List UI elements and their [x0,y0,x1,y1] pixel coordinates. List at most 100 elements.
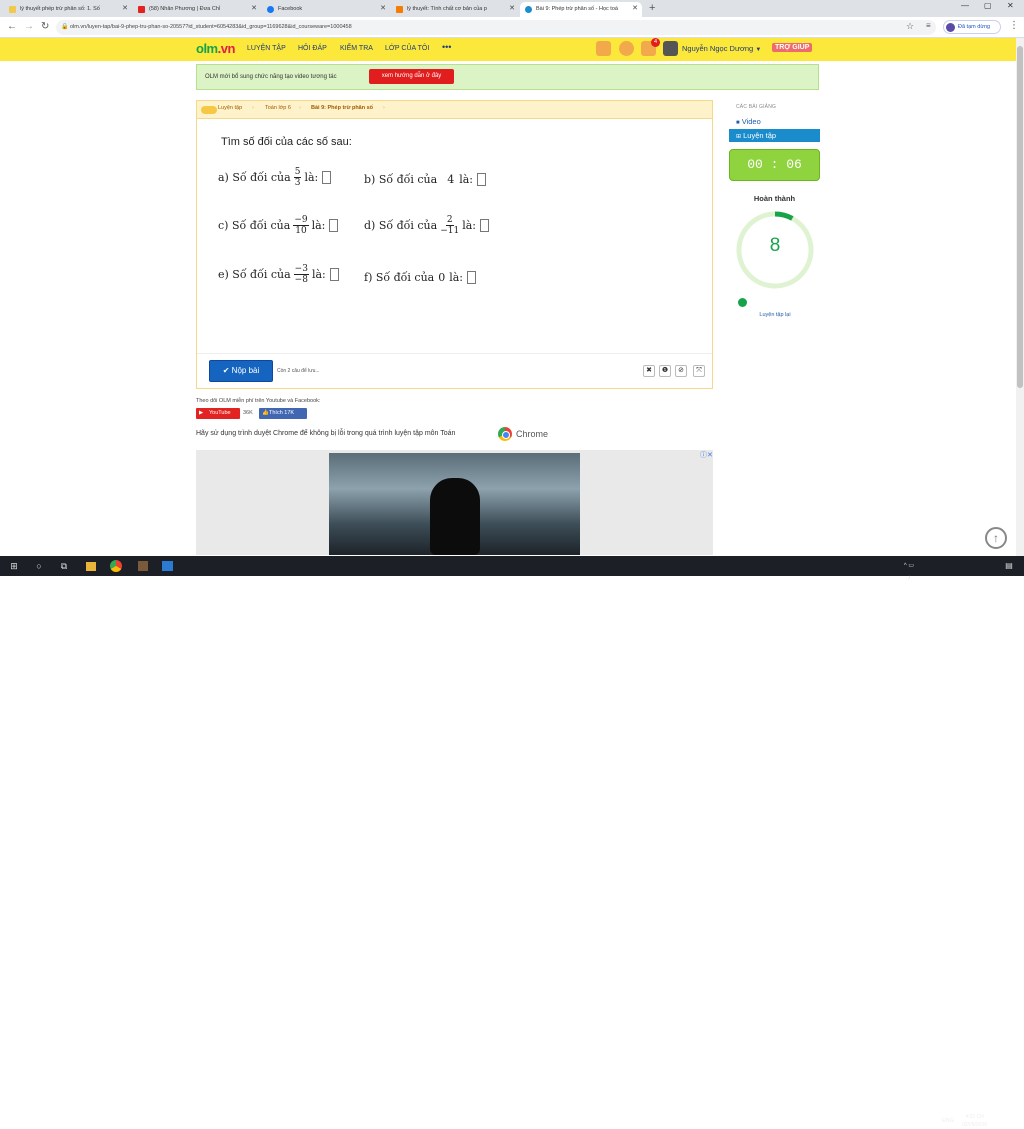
submit-button[interactable]: ✔ Nộp bài [209,360,273,382]
value: 4 [447,173,455,186]
app-icon[interactable] [162,561,173,571]
new-tab-button[interactable]: + [649,2,655,15]
item-label: f) Số đối của [364,271,435,284]
numerator: −3 [293,264,309,275]
lock-icon: 🔒 [61,24,69,30]
url-text: olm.vn/luyen-tap/bai-9-phep-tru-phan-so-… [70,24,352,30]
fraction: −3 −8 [293,264,309,285]
lessons-heading: CÁC BÀI GIẢNG [736,104,777,110]
nav-luyen-tap[interactable]: LUYỆN TẬP [247,45,286,52]
forward-icon[interactable]: → [24,21,34,33]
remaining-status: Còn 2 câu để lưu... [277,368,320,374]
profile-button[interactable]: Đã tạm dừng [943,20,1001,34]
block-icon[interactable]: ⊘ [675,365,687,377]
scroll-top-icon[interactable]: ↑ [985,527,1007,549]
chat-icon[interactable] [619,41,634,56]
user-menu[interactable]: Nguyễn Ngọc Dương ▼ [682,44,761,53]
taskbar: ⊞ ○ ⧉ ^ ▭ ♪ ENG 4:02 CH 02/05/2020 ▤ [0,556,1024,1128]
score-value: 8 [769,235,781,256]
breadcrumb: Luyện tập › Toán lớp 6 › Bài 9: Phép trừ… [197,101,712,119]
notice-banner: OLM mới bổ sung chức năng tạo video tươn… [196,64,819,90]
answer-input-b[interactable] [476,173,486,186]
close-window-icon[interactable]: ✕ [1007,1,1014,10]
answer-input-f[interactable] [467,271,477,284]
answer-input-e[interactable] [329,268,339,281]
close-icon[interactable]: ✕ [122,2,128,16]
notifications-icon[interactable]: ▤ [1003,560,1015,572]
close-icon[interactable]: ✖ [643,365,655,377]
chevron-right-icon: › [299,105,301,111]
clock[interactable]: 4:02 CH 02/05/2020 [962,1113,987,1129]
tab-favicon-icon [525,6,532,13]
close-icon[interactable]: ✕ [251,2,257,16]
username-text: Nguyễn Ngọc Dương [682,44,754,53]
caret-down-icon: ▼ [755,47,762,53]
ad-close-icon[interactable]: ⓘ✕ [700,450,713,460]
answer-input-d[interactable] [479,219,489,232]
scrollbar-thumb[interactable] [1017,46,1023,388]
guide-button[interactable]: xem hướng dẫn ở đây [369,69,454,84]
video-camera-icon: ■ [736,120,740,126]
browser-tab[interactable]: lý thuyết: Tính chất cơ bản của p ✕ [391,2,519,17]
tab-title: Facebook [278,6,303,12]
close-icon[interactable]: ✕ [380,2,386,16]
browser-tab-active[interactable]: Bài 9: Phép trừ phân số - Học toá ✕ [520,2,642,17]
browser-tab[interactable]: Facebook ✕ [262,2,390,17]
fullscreen-icon[interactable]: ⤧ [693,365,705,377]
close-icon[interactable]: ✕ [632,2,638,16]
browser-tab[interactable]: lý thuyết phép trừ phân số: 1. Số ✕ [4,2,132,17]
app-icon[interactable] [138,561,148,571]
nav-more[interactable]: ••• [442,42,451,52]
logo-tld: .vn [217,41,236,56]
chrome-taskbar-icon[interactable] [110,560,122,572]
breadcrumb-toan-lop-6[interactable]: Toán lớp 6 [265,105,291,111]
windows-start-icon[interactable]: ⊞ [8,560,20,572]
retry-link[interactable]: Luyện tập lại [734,312,816,318]
answer-input-c[interactable] [329,219,339,232]
browser-tab[interactable]: (58) Nhân Phương | Đưa Chỉ ✕ [133,2,261,17]
task-view-icon[interactable]: ⧉ [58,560,70,572]
facebook-like-button[interactable]: 👍 Thích 17K [259,408,307,419]
close-icon[interactable]: ✕ [509,2,515,16]
denominator: −11 [440,226,460,236]
extensions-icon[interactable]: ≡ [926,20,931,32]
avatar[interactable] [663,41,678,56]
menu-icon[interactable]: ⋮ [1009,20,1019,32]
site-header: olm.vn LUYỆN TẬP HỎI ĐÁP KIỂM TRA LỚP CỦ… [0,38,1016,61]
notice-text: OLM mới bổ sung chức năng tạo video tươn… [205,74,337,80]
practice-label: Luyện tập [743,131,777,140]
olm-logo[interactable]: olm.vn [196,41,235,56]
breadcrumb-luyen-tap[interactable]: Luyện tập [218,105,242,111]
video-link[interactable]: ■ Video [736,117,761,126]
logo-text: olm [196,41,218,56]
user-add-icon[interactable] [596,41,611,56]
practice-link[interactable]: ⊞ Luyện tập [729,129,820,142]
nav-lop-cua-toi[interactable]: LỚP CỦA TÔI [385,45,429,52]
answer-input-a[interactable] [322,171,332,184]
url-field[interactable]: 🔒 olm.vn/luyen-tap/bai-9-phep-tru-phan-so… [56,20,936,35]
help-button[interactable]: TRỢ GIÚP [772,43,813,52]
reload-icon[interactable]: ↻ [41,21,49,33]
search-icon[interactable]: ○ [33,560,45,572]
minimize-icon[interactable]: — [961,1,969,10]
file-explorer-icon[interactable] [86,562,96,571]
language-indicator[interactable]: ENG [942,1118,954,1124]
item-label: c) Số đối của [218,219,291,232]
tab-title: lý thuyết: Tính chất cơ bản của p [407,6,487,12]
facebook-label: Thích 17K [269,410,295,416]
info-icon[interactable]: ❶ [659,365,671,377]
tray-icons[interactable]: ^ ▭ ♪ [903,560,915,581]
item-suffix: là: [459,173,473,186]
fraction: 53 [293,167,302,188]
youtube-button[interactable]: ▶ YouTube [196,408,240,419]
back-icon[interactable]: ← [7,21,17,33]
star-icon[interactable]: ☆ [906,20,914,32]
question-item-f: f) Số đối của 0 là: [364,271,477,284]
avatar [946,23,955,32]
address-bar-row: ← → ↻ 🔒 olm.vn/luyen-tap/bai-9-phep-tru-p… [0,17,1024,38]
nav-kiem-tra[interactable]: KIỂM TRA [340,45,373,52]
maximize-icon[interactable]: ▢ [984,1,992,10]
notification-badge: 4 [651,38,660,47]
nav-hoi-dap[interactable]: HỎI ĐÁP [298,45,327,52]
question-item-d: d) Số đối của 2 −11 là: [364,215,489,236]
